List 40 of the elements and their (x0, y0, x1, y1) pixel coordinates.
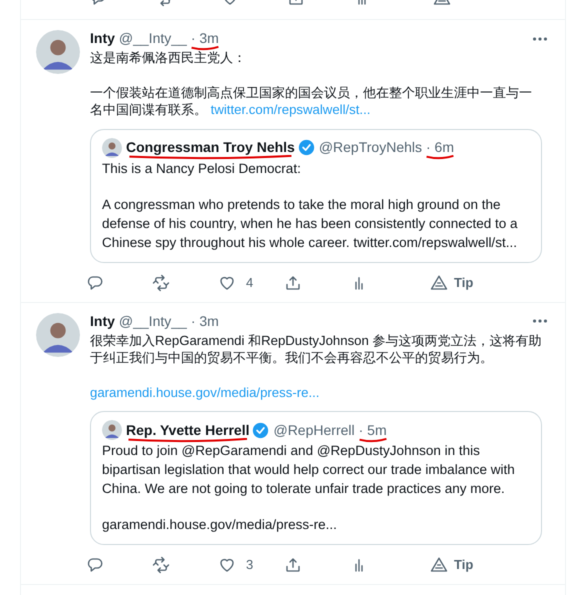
tweet-text: 一个假装站在道德制高点保卫国家的国会议员，他在整个职业生涯中一直与一名中国间谍有联系。 twitter.com/repswalwell/st... (90, 84, 533, 118)
author-name[interactable]: Inty (90, 312, 115, 330)
tweet-time[interactable]: · 6m (426, 139, 454, 155)
triangle-icon[interactable] (430, 274, 448, 292)
author-handle[interactable]: @RepHerrell (273, 420, 355, 440)
more-icon[interactable] (533, 36, 547, 40)
reply-icon[interactable] (86, 556, 104, 574)
author-handle[interactable]: @__Inty__ (118, 29, 187, 48)
tweet-text: garamendi.house.gov/media/press-re... (102, 516, 338, 534)
author-name[interactable]: Rep. Yvette Herrell (126, 422, 250, 438)
like-count: 3 (246, 556, 254, 574)
tip-button[interactable]: Tip (454, 555, 474, 575)
heart-icon[interactable] (218, 556, 236, 574)
like-count: 4 (246, 274, 254, 292)
triangle-icon[interactable] (430, 556, 448, 574)
retweet-icon[interactable] (152, 556, 170, 574)
retweet-icon[interactable] (152, 274, 170, 292)
tweet-text: A congressman who pretends to take the moral high ground on the defense of his country, when he has been consistently connected to a Chinese spy throughout his whole career. twitter.com/repswalwell/st... (102, 196, 519, 252)
quoted-tweet-card[interactable] (90, 128, 542, 262)
tweet-text: Proud to join @RepGaramendi and @RepDustyJohnson in this bipartisan legislation that would help correct our trade imbalance with China. We are not going to tolerate unfair trade practices any more. (102, 442, 516, 498)
author-name[interactable]: Congressman Troy Nehls (126, 139, 295, 155)
tweet-text: 这是南希佩洛西民主党人： (90, 49, 247, 66)
avatar[interactable] (102, 138, 122, 158)
avatar[interactable] (36, 30, 80, 74)
tweet-text: This is a Nancy Pelosi Democrat: (102, 160, 302, 178)
author-name[interactable]: Inty (90, 29, 115, 48)
share-icon[interactable] (284, 556, 302, 574)
tweet-time[interactable]: · 3m (190, 30, 219, 46)
tweet-time[interactable]: · 3m (190, 312, 219, 330)
author-handle[interactable]: @RepTroyNehls (318, 138, 422, 157)
more-icon[interactable] (533, 319, 547, 323)
tweet-time[interactable]: · 5m (358, 422, 387, 438)
author-handle[interactable]: @__Inty__ (118, 312, 187, 330)
tweet-text: 很荣幸加入RepGaramendi 和RepDustyJohnson 参与这项两党立法，这将有助于纠正我们与中国的贸易不平衡。我们不会再容忍不公平的贸易行为。 (90, 332, 542, 366)
tip-button[interactable]: Tip (454, 272, 474, 292)
quoted-tweet-card[interactable] (90, 411, 542, 545)
avatar[interactable] (36, 312, 80, 356)
share-icon[interactable] (284, 274, 302, 292)
reply-icon[interactable] (86, 274, 104, 292)
avatar[interactable] (102, 420, 122, 440)
